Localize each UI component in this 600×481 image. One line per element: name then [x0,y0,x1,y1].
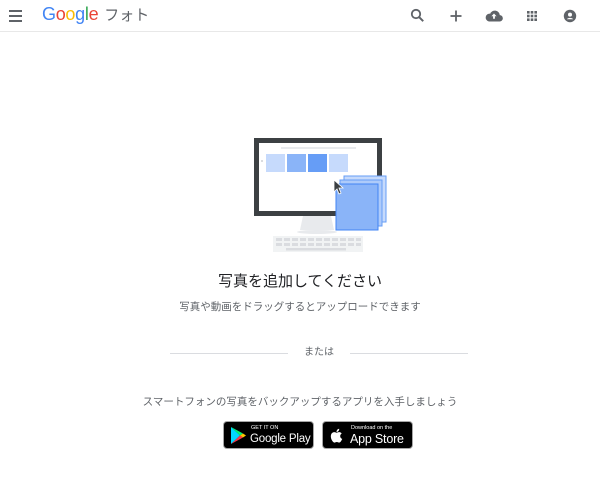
google-play-badge-label: Google Play [250,433,311,445]
account-icon[interactable] [558,4,582,28]
product-name: フォト [104,6,150,24]
header-actions [406,4,596,28]
google-play-badge[interactable]: GET IT ON Google Play [223,421,314,449]
empty-state-subtitle: 写真や動画をドラッグするとアップロードできます [179,301,421,313]
google-play-icon [231,427,246,444]
search-icon[interactable] [406,4,430,28]
or-divider: または [170,346,468,360]
get-app-text: スマートフォンの写真をバックアップするアプリを入手しましょう [142,396,458,408]
apple-icon [330,428,343,443]
upload-illustration [246,136,396,256]
menu-icon[interactable] [6,6,26,26]
app-store-badge-small-text: Download on the [351,425,393,431]
google-photos-logo[interactable]: Google フォト [42,4,149,24]
app-store-badge-label: App Store [350,432,404,446]
top-app-bar: Google フォト [0,0,600,32]
computer-drag-photos-graphic [254,138,387,252]
apps-grid-icon[interactable] [520,4,544,28]
google-play-badge-small-text: GET IT ON [251,425,279,431]
cloud-upload-icon[interactable] [482,4,506,28]
add-icon[interactable] [444,4,468,28]
empty-state-title: 写真を追加してください [217,272,383,290]
google-wordmark: Google [42,4,99,24]
divider-line-right [350,353,468,354]
app-store-badge[interactable]: Download on the App Store [322,421,413,449]
